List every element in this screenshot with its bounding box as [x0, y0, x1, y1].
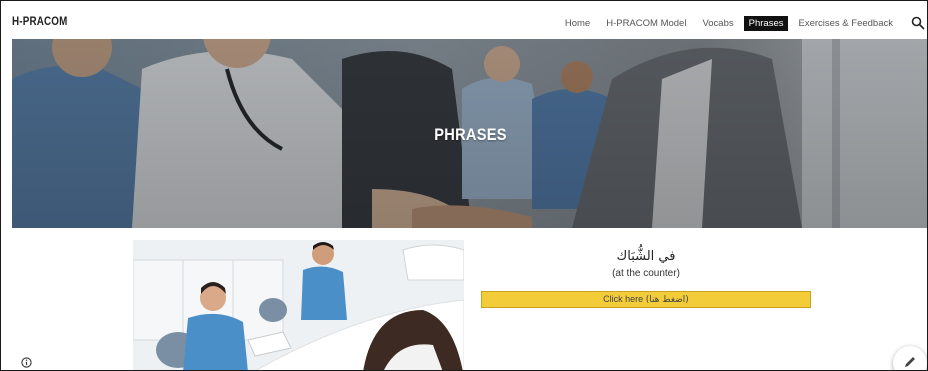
nav-exercises-feedback[interactable]: Exercises & Feedback: [792, 16, 899, 31]
phrase-english: (at the counter): [612, 268, 680, 279]
nav-phrases[interactable]: Phrases: [743, 16, 789, 31]
pencil-icon: [905, 357, 915, 367]
counter-scene-photo: [133, 240, 464, 370]
phrase-card: في الشُّبَاك (at the counter): [481, 249, 811, 279]
counter-scene-image: [133, 240, 464, 370]
main-nav: Home H-PRACOM Model Vocabs Phrases Exerc…: [555, 16, 899, 31]
page-title: PHRASES: [434, 125, 507, 144]
click-here-arabic-label: (اضغط هنا): [645, 295, 689, 305]
click-here-button[interactable]: Click here (اضغط هنا): [481, 291, 811, 308]
site-brand[interactable]: H-PRACOM: [12, 14, 67, 28]
nav-vocabs[interactable]: Vocabs: [696, 16, 739, 31]
click-here-label: Click here: [603, 294, 644, 304]
search-icon[interactable]: [911, 16, 925, 30]
site-header: H-PRACOM Home H-PRACOM Model Vocabs Phra…: [1, 1, 927, 39]
hero-banner: PHRASES: [12, 39, 927, 228]
nav-home[interactable]: Home: [559, 16, 596, 31]
page-frame: H-PRACOM Home H-PRACOM Model Vocabs Phra…: [0, 0, 928, 371]
nav-hpracom-model[interactable]: H-PRACOM Model: [600, 16, 692, 31]
edit-button[interactable]: [893, 346, 927, 370]
info-icon[interactable]: [21, 357, 32, 368]
phrase-arabic: في الشُّبَاك: [616, 249, 676, 264]
